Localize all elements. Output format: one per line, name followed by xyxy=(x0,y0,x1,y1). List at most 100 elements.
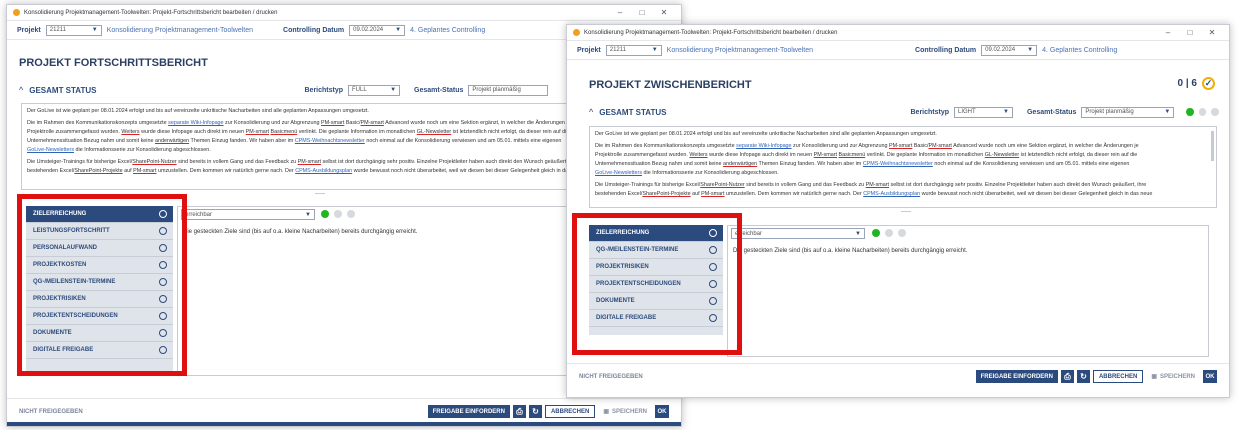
chevron-up-icon[interactable]: ^ xyxy=(19,85,23,95)
minimize-button[interactable]: – xyxy=(609,8,631,17)
controlling-date-select[interactable]: 09.02.2024 ▼ xyxy=(981,44,1038,56)
save-button[interactable]: ▣ SPEICHERN xyxy=(598,405,652,418)
wiki-link[interactable]: separate Wiki-Infopage xyxy=(736,143,791,149)
check-circle-icon: ✓ xyxy=(1202,77,1215,90)
golive-link[interactable]: GoLive-Newsletters xyxy=(595,170,642,176)
berichtstyp-select[interactable]: LIGHT ▼ xyxy=(954,106,1013,118)
dropdown-arrow-icon: ▼ xyxy=(390,87,397,93)
release-status: NICHT FREIGEGEBEN xyxy=(579,373,643,380)
dropdown-arrow-icon: ▼ xyxy=(395,27,402,33)
print-icon[interactable]: ⎙ xyxy=(1060,370,1074,383)
project-select[interactable]: 21211 ▼ xyxy=(605,44,662,56)
berichtstyp-select[interactable]: FULL ▼ xyxy=(348,84,401,96)
resize-grip[interactable] xyxy=(315,193,325,194)
ausbildungsplan-link[interactable]: CPMS-Ausbildungsplan xyxy=(863,191,920,197)
chevron-up-icon[interactable]: ^ xyxy=(589,107,593,117)
yellow-light-icon[interactable] xyxy=(334,210,342,218)
refresh-icon[interactable]: ↻ xyxy=(1076,370,1090,383)
project-select[interactable]: 21211 ▼ xyxy=(45,24,102,36)
close-button[interactable]: ✕ xyxy=(653,8,675,17)
print-icon[interactable]: ⎙ xyxy=(512,405,526,418)
ok-button[interactable]: OK xyxy=(1203,370,1217,383)
project-label: Projekt xyxy=(17,26,41,34)
title-bar: Konsolidierung Projektmanagement-Toolwel… xyxy=(7,5,681,21)
berichtstyp-value: FULL xyxy=(352,87,367,93)
red-light-icon[interactable] xyxy=(347,210,355,218)
status-select[interactable]: erreichbar ▼ xyxy=(731,228,865,239)
dropdown-arrow-icon: ▼ xyxy=(1003,109,1009,115)
status-description: Die gesteckten Ziele sind (bis auf o.a. … xyxy=(183,229,418,235)
maximize-button[interactable]: □ xyxy=(631,8,653,17)
save-button[interactable]: ▣ SPEICHERN xyxy=(1146,370,1200,383)
minimize-button[interactable]: – xyxy=(1157,28,1179,37)
footer-bar: NICHT FREIGEGEBEN FREIGABE EINFORDERN ⎙ … xyxy=(7,398,681,424)
wiki-link[interactable]: separate Wiki-Infopage xyxy=(168,120,223,126)
dropdown-arrow-icon: ▼ xyxy=(651,47,658,53)
window-title: Konsolidierung Projektmanagement-Toolwel… xyxy=(24,9,278,16)
yellow-light-icon[interactable] xyxy=(885,229,893,237)
report-title: PROJEKT ZWISCHENBERICHT xyxy=(589,79,752,91)
dropdown-arrow-icon: ▼ xyxy=(1027,47,1034,53)
gesamtstatus-label: Gesamt-Status xyxy=(1026,108,1077,116)
bottom-bar xyxy=(7,422,681,426)
section-header: ^ GESAMT STATUS Berichtstyp LIGHT ▼ Gesam… xyxy=(589,105,1219,119)
status-text-area[interactable]: Der GoLive ist wie geplant per 08.01.202… xyxy=(589,126,1217,208)
release-status: NICHT FREIGEGEBEN xyxy=(19,408,83,415)
newsletter-link[interactable]: CPMS-Weihnachtsnewsletter xyxy=(295,138,365,144)
controlling-date: 09.02.2024 xyxy=(353,27,384,33)
newsletter-link[interactable]: CPMS-Weihnachtsnewsletter xyxy=(863,161,933,167)
dropdown-arrow-icon: ▼ xyxy=(855,230,861,237)
dropdown-arrow-icon: ▼ xyxy=(305,211,311,218)
project-name: Konsolidierung Projektmanagement-Toolwel… xyxy=(106,26,254,34)
report-title: PROJEKT FORTSCHRITTSBERICHT xyxy=(19,57,208,69)
green-light-icon[interactable] xyxy=(1186,108,1194,116)
cancel-button[interactable]: ABBRECHEN xyxy=(544,405,596,418)
resize-grip[interactable] xyxy=(901,211,911,212)
controlling-date-select[interactable]: 09.02.2024 ▼ xyxy=(349,24,406,36)
traffic-light[interactable] xyxy=(867,229,906,237)
cancel-button[interactable]: ABBRECHEN xyxy=(1092,370,1144,383)
scrollbar[interactable] xyxy=(1211,131,1214,161)
score-value: 0 | 6 xyxy=(1177,78,1197,89)
berichtstyp-label: Berichtstyp xyxy=(910,108,950,116)
maximize-button[interactable]: □ xyxy=(1179,28,1201,37)
project-id: 21211 xyxy=(609,47,626,53)
golive-link[interactable]: GoLive-Newsletters xyxy=(27,147,74,153)
title-bar: Konsolidierung Projektmanagement-Toolwel… xyxy=(567,25,1229,41)
project-label: Projekt xyxy=(577,46,601,54)
request-release-button[interactable]: FREIGABE EINFORDERN xyxy=(427,405,510,418)
gesamtstatus-select[interactable]: Projekt planmäßig xyxy=(468,84,549,96)
dropdown-arrow-icon: ▼ xyxy=(1164,109,1171,115)
footer-bar: NICHT FREIGEGEBEN FREIGABE EINFORDERN ⎙ … xyxy=(567,363,1229,389)
controlling-label: Controlling Datum xyxy=(283,26,345,34)
section-title: GESAMT STATUS xyxy=(599,107,667,117)
gesamtstatus-select[interactable]: Projekt planmäßig ▼ xyxy=(1081,106,1175,118)
gesamtstatus-value: Projekt planmäßig xyxy=(472,87,521,93)
green-light-icon[interactable] xyxy=(321,210,329,218)
gesamtstatus-value: Projekt planmäßig xyxy=(1085,109,1134,115)
green-light-icon[interactable] xyxy=(872,229,880,237)
dropdown-arrow-icon: ▼ xyxy=(91,27,98,33)
traffic-light[interactable] xyxy=(316,210,355,218)
status-description: Die gesteckten Ziele sind (bis auf o.a. … xyxy=(733,248,968,254)
window-title: Konsolidierung Projektmanagement-Toolwel… xyxy=(584,29,838,36)
close-button[interactable]: ✕ xyxy=(1201,28,1223,37)
red-light-icon[interactable] xyxy=(1211,108,1219,116)
floppy-icon: ▣ xyxy=(1151,374,1157,380)
request-release-button[interactable]: FREIGABE EINFORDERN xyxy=(975,370,1058,383)
project-row: Projekt 21211 ▼ Konsolidierung Projektman… xyxy=(567,41,1229,60)
ausbildungsplan-link[interactable]: CPMS-Ausbildungsplan xyxy=(295,168,352,174)
controlling-label: Controlling Datum xyxy=(915,46,977,54)
floppy-icon: ▣ xyxy=(603,409,609,415)
project-name: Konsolidierung Projektmanagement-Toolwel… xyxy=(666,46,814,54)
berichtstyp-label: Berichtstyp xyxy=(304,86,344,94)
status-select[interactable]: erreichbar ▼ xyxy=(181,209,315,220)
project-id: 21211 xyxy=(49,27,66,33)
red-light-icon[interactable] xyxy=(898,229,906,237)
paragraph-3: Die Umsteiger-Trainings für bisherige Ex… xyxy=(595,182,1153,197)
progress-score: 0 | 6 ✓ xyxy=(1178,77,1215,90)
refresh-icon[interactable]: ↻ xyxy=(528,405,542,418)
app-icon xyxy=(13,9,20,16)
ok-button[interactable]: OK xyxy=(655,405,669,418)
yellow-light-icon[interactable] xyxy=(1198,108,1207,116)
